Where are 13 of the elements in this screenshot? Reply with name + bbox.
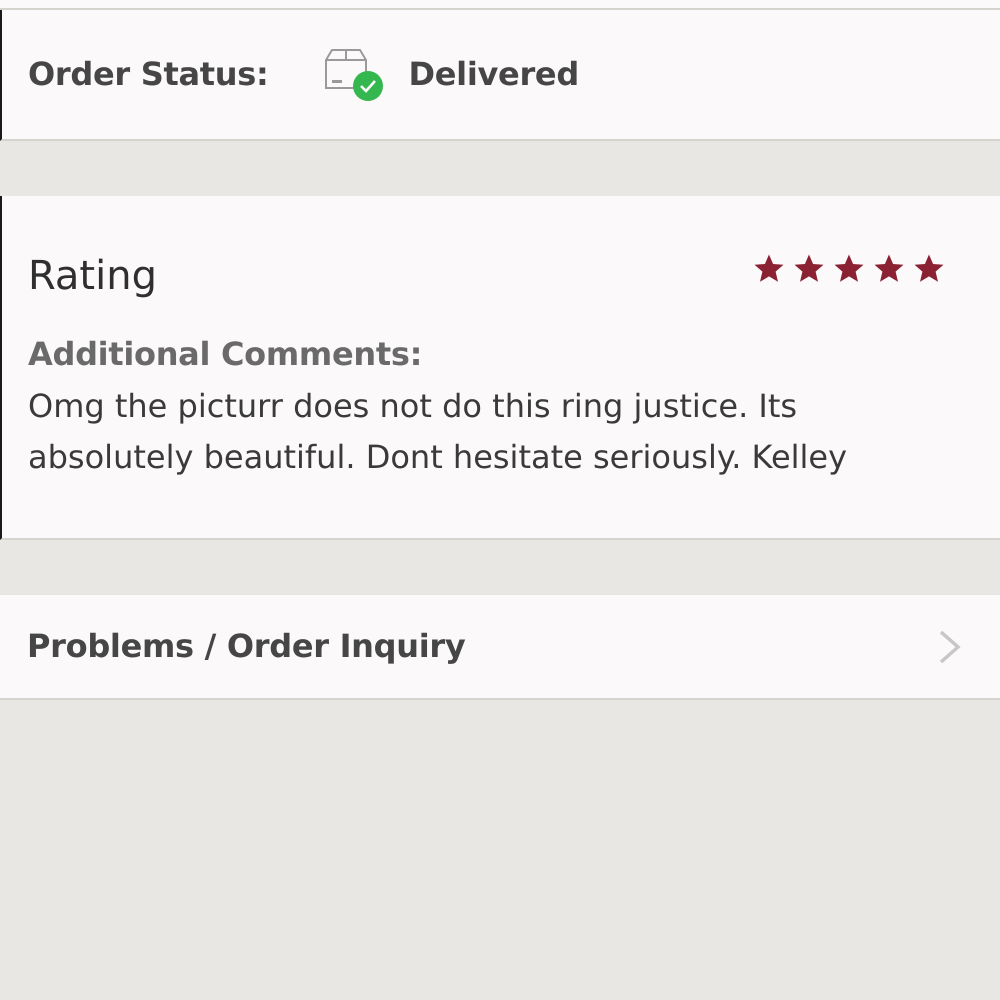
star-icon — [753, 253, 785, 284]
order-status-label: Order Status: — [28, 55, 268, 94]
star-icon — [833, 253, 865, 284]
order-inquiry-row[interactable]: Problems / Order Inquiry — [0, 595, 1000, 700]
comments-text: Omg the picturr does not do this ring justice. Its absolutely beautiful. Dont hesitate seriously. Kelley — [28, 386, 848, 478]
star-icon — [793, 253, 825, 284]
order-status-value: Delivered — [408, 55, 579, 94]
delivered-box-icon — [324, 48, 384, 102]
comments-label: Additional Comments: — [28, 335, 424, 374]
rating-label: Rating — [28, 253, 157, 299]
chevron-right-icon — [938, 628, 962, 664]
star-icon — [913, 253, 945, 284]
star-icon — [873, 253, 905, 284]
